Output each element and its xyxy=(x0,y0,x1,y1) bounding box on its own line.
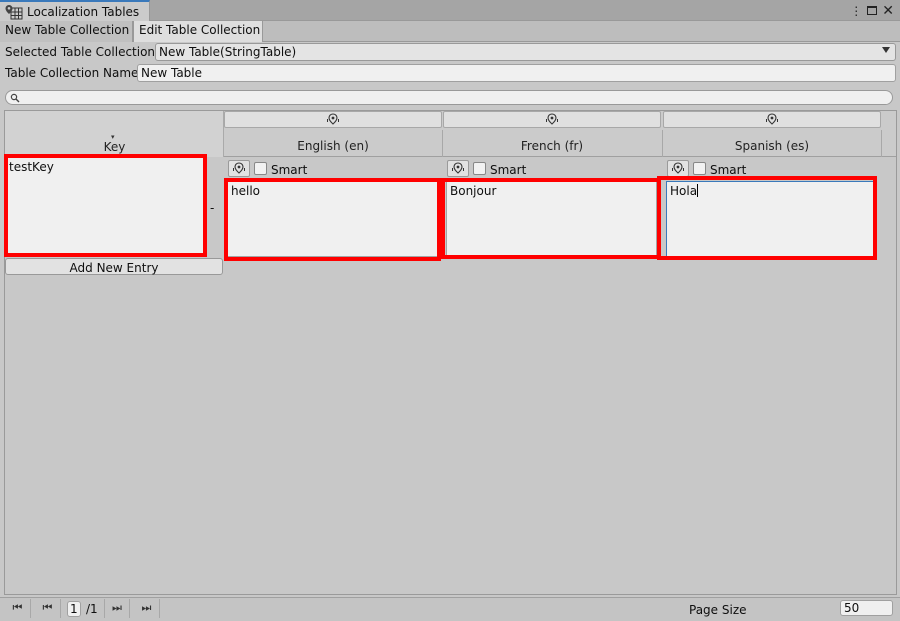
french-smart-label: Smart xyxy=(490,163,527,177)
spanish-column-header: Spanish (es) xyxy=(734,139,810,153)
key-column-header[interactable]: ▾ Key xyxy=(5,111,224,157)
next-page-button[interactable]: ⏭︎ xyxy=(104,599,130,618)
previous-page-icon: ⏮︎ xyxy=(42,601,53,614)
first-page-button[interactable]: ⏮ xyxy=(5,599,31,618)
english-smart-label: Smart xyxy=(271,163,308,177)
highlight-french-cell xyxy=(441,178,661,259)
highlight-spanish-cell xyxy=(657,176,877,260)
previous-page-button[interactable]: ⏮︎ xyxy=(35,599,61,618)
window-buttons: ⋮ ✕ xyxy=(850,3,894,19)
last-page-icon: ⏭ xyxy=(141,601,152,614)
tab-label: New Table Collection xyxy=(5,23,130,37)
french-smart-checkbox[interactable] xyxy=(473,162,486,175)
more-options-icon[interactable]: ⋮ xyxy=(850,4,862,18)
highlight-english-cell xyxy=(224,178,441,261)
close-icon[interactable]: ✕ xyxy=(882,3,894,19)
selected-table-collection-dropdown[interactable]: New Table(StringTable) xyxy=(155,43,896,61)
tab-bar: New Table Collection Edit Table Collecti… xyxy=(0,21,900,42)
spanish-smart-checkbox[interactable] xyxy=(693,162,706,175)
add-new-entry-label: Add New Entry xyxy=(69,261,159,275)
table-collection-name-label: Table Collection Name xyxy=(5,66,139,80)
key-header-label: Key xyxy=(103,140,126,154)
window-title: Localization Tables xyxy=(27,5,140,19)
localization-pin-icon xyxy=(672,162,684,174)
dropdown-arrow-icon xyxy=(882,47,890,53)
french-metadata-button[interactable] xyxy=(447,160,469,177)
page-size-value: 50 xyxy=(844,601,860,615)
spanish-locale-button[interactable] xyxy=(663,111,881,128)
last-page-button[interactable]: ⏭ xyxy=(134,599,160,618)
first-page-icon: ⏮ xyxy=(12,601,23,614)
table-collection-name-field[interactable]: New Table xyxy=(137,64,896,82)
current-page-value: 1 xyxy=(70,602,78,616)
page-size-field[interactable]: 50 xyxy=(840,600,893,616)
english-column-header: English (en) xyxy=(297,139,369,153)
column-divider[interactable] xyxy=(881,130,882,157)
tab-label: Edit Table Collection xyxy=(139,23,261,37)
total-pages-label: /1 xyxy=(86,602,98,616)
table-collection-name-value: New Table xyxy=(141,66,203,80)
localization-pin-icon xyxy=(452,162,464,174)
current-page-field[interactable]: 1 xyxy=(67,601,81,617)
search-icon xyxy=(10,93,20,103)
column-divider[interactable] xyxy=(442,130,443,157)
add-new-entry-button[interactable]: Add New Entry xyxy=(5,258,223,275)
page-size-label: Page Size xyxy=(689,603,747,617)
spanish-smart-label: Smart xyxy=(710,163,747,177)
english-smart-checkbox[interactable] xyxy=(254,162,267,175)
remove-entry-button[interactable]: - xyxy=(210,201,214,215)
localization-pin-icon xyxy=(546,113,558,125)
english-locale-button[interactable] xyxy=(224,111,442,128)
english-metadata-button[interactable] xyxy=(228,160,250,177)
tab-edit-table-collection[interactable]: Edit Table Collection xyxy=(133,21,263,42)
search-input[interactable] xyxy=(5,90,893,105)
pagination-bar: ⏮ ⏮︎ 1 /1 ⏭︎ ⏭ Page Size 50 xyxy=(0,597,900,621)
french-locale-button[interactable] xyxy=(443,111,661,128)
column-divider[interactable] xyxy=(662,130,663,157)
tab-new-table-collection[interactable]: New Table Collection xyxy=(0,21,133,42)
selected-table-collection-value: New Table(StringTable) xyxy=(159,45,297,59)
french-column-header: French (fr) xyxy=(520,139,584,153)
window-tab[interactable]: Localization Tables xyxy=(0,0,150,21)
next-page-icon: ⏭︎ xyxy=(112,601,122,614)
localization-pin-icon xyxy=(766,113,778,125)
localization-table-icon xyxy=(5,5,23,20)
maximize-icon[interactable] xyxy=(867,6,878,15)
localization-pin-icon xyxy=(233,162,245,174)
localization-pin-icon xyxy=(327,113,339,125)
highlight-key-cell xyxy=(4,154,207,257)
selected-table-collection-label: Selected Table Collection xyxy=(5,45,156,59)
spanish-metadata-button[interactable] xyxy=(667,160,689,177)
